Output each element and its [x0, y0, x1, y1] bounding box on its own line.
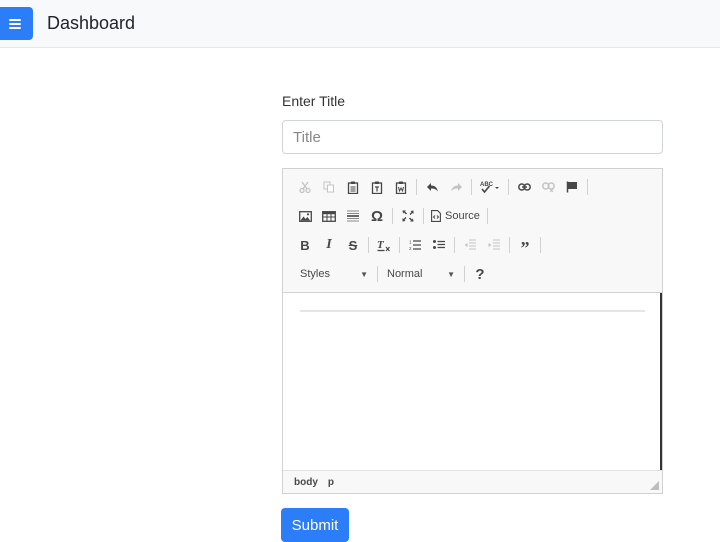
toolbar-separator [416, 179, 417, 195]
increase-indent-button[interactable] [482, 234, 506, 256]
title-label: Enter Title [282, 93, 346, 109]
path-item-body[interactable]: body [294, 477, 318, 488]
paste-text-icon [371, 181, 383, 194]
outdent-icon [464, 239, 476, 250]
top-navbar: Dashboard [0, 0, 720, 48]
maximize-icon [402, 210, 414, 222]
toolbar-separator [540, 237, 541, 253]
toolbar-separator [423, 208, 424, 224]
unlink-icon [541, 181, 555, 192]
menu-toggle-button[interactable] [0, 7, 33, 40]
toolbar-separator [587, 179, 588, 195]
format-label: Normal [387, 268, 423, 280]
toolbar-separator [399, 237, 400, 253]
bold-icon: B [300, 237, 310, 253]
paste-button[interactable] [341, 176, 365, 198]
toolbar-row-insert: Ω Source [293, 204, 491, 228]
editor-toolbar: ABC Ω Source B I S T 1 2 ” Styles ▼ Norm… [283, 169, 662, 293]
bulleted-list-icon [433, 240, 445, 249]
link-icon [517, 183, 531, 191]
undo-button[interactable] [420, 176, 444, 198]
unlink-button[interactable] [536, 176, 560, 198]
image-icon [298, 210, 312, 222]
toolbar-separator [368, 237, 369, 253]
numbered-list-icon: 12 [409, 240, 421, 251]
link-button[interactable] [512, 176, 536, 198]
toolbar-row-clipboard: ABC [293, 175, 591, 199]
copy-icon [323, 181, 334, 193]
paste-word-icon [395, 181, 407, 194]
italic-icon: I [326, 237, 332, 252]
page-title: Dashboard [47, 13, 136, 33]
toolbar-row-basic-styles: B I S T 12 ” [293, 233, 544, 258]
toolbar-separator [377, 266, 378, 282]
source-label: Source [445, 210, 480, 222]
table-icon [322, 210, 336, 222]
remove-format-icon: T [377, 239, 390, 251]
format-dropdown[interactable]: Normal ▼ [381, 263, 461, 285]
paste-from-word-button[interactable] [389, 176, 413, 198]
source-button[interactable]: Source [427, 205, 484, 227]
decrease-indent-button[interactable] [458, 234, 482, 256]
dropdown-arrow-icon: ▼ [360, 269, 368, 279]
about-button[interactable]: ? [468, 263, 492, 285]
paste-as-text-button[interactable] [365, 176, 389, 198]
styles-dropdown[interactable]: Styles ▼ [294, 263, 374, 285]
scissors-icon [299, 181, 311, 193]
cut-button[interactable] [293, 176, 317, 198]
copy-button[interactable] [317, 176, 341, 198]
dropdown-arrow-icon: ▼ [447, 269, 455, 279]
redo-button[interactable] [444, 176, 468, 198]
svg-text:1: 1 [409, 240, 412, 245]
undo-icon [426, 183, 438, 192]
toolbar-separator [454, 237, 455, 253]
image-button[interactable] [293, 205, 317, 227]
toolbar-separator [509, 237, 510, 253]
toolbar-separator [486, 208, 488, 224]
title-input[interactable] [282, 120, 663, 154]
strikethrough-icon: S [348, 237, 358, 253]
blockquote-button[interactable]: ” [513, 234, 537, 258]
strikethrough-button[interactable]: S [341, 234, 365, 256]
blockquote-icon: ” [520, 237, 530, 258]
remove-format-button[interactable]: T [372, 234, 396, 256]
omega-icon: Ω [370, 207, 384, 225]
toolbar-separator [508, 179, 509, 195]
maximize-button[interactable] [396, 205, 420, 227]
horizontal-rule [300, 310, 645, 312]
bold-button[interactable]: B [293, 234, 317, 256]
hamburger-icon [8, 18, 21, 29]
bulleted-list-button[interactable] [427, 234, 451, 256]
special-character-button[interactable]: Ω [365, 205, 389, 227]
clipboard-icon [347, 181, 359, 194]
indent-icon [488, 239, 500, 250]
flag-icon [566, 181, 577, 193]
toolbar-separator [392, 208, 393, 224]
svg-text:T: T [377, 239, 385, 251]
path-item-p[interactable]: p [328, 477, 334, 488]
element-path: body p [294, 477, 334, 488]
resize-handle-icon[interactable] [650, 481, 659, 490]
source-code-icon [431, 210, 441, 222]
editor-footer: body p [283, 470, 662, 493]
submit-button[interactable]: Submit [281, 508, 349, 542]
spellcheck-icon: ABC [480, 182, 499, 194]
toolbar-row-styles: Styles ▼ Normal ▼ ? [294, 262, 492, 286]
editor-content-area[interactable] [283, 293, 662, 470]
italic-button[interactable]: I [317, 234, 341, 256]
horizontal-line-icon [347, 210, 359, 222]
anchor-button[interactable] [560, 176, 584, 198]
help-icon: ? [475, 265, 485, 283]
spellcheck-button[interactable]: ABC [475, 176, 505, 198]
styles-label: Styles [300, 268, 330, 280]
rich-text-editor: ABC Ω Source B I S T 1 2 ” Styles ▼ Norm… [282, 168, 663, 494]
horizontal-line-button[interactable] [341, 205, 365, 227]
svg-text:2: 2 [409, 246, 412, 251]
table-button[interactable] [317, 205, 341, 227]
redo-icon [450, 183, 462, 192]
toolbar-separator [464, 266, 465, 282]
numbered-list-button[interactable]: 12 [403, 234, 427, 256]
svg-text:ABC: ABC [480, 182, 494, 188]
toolbar-separator [471, 179, 472, 195]
